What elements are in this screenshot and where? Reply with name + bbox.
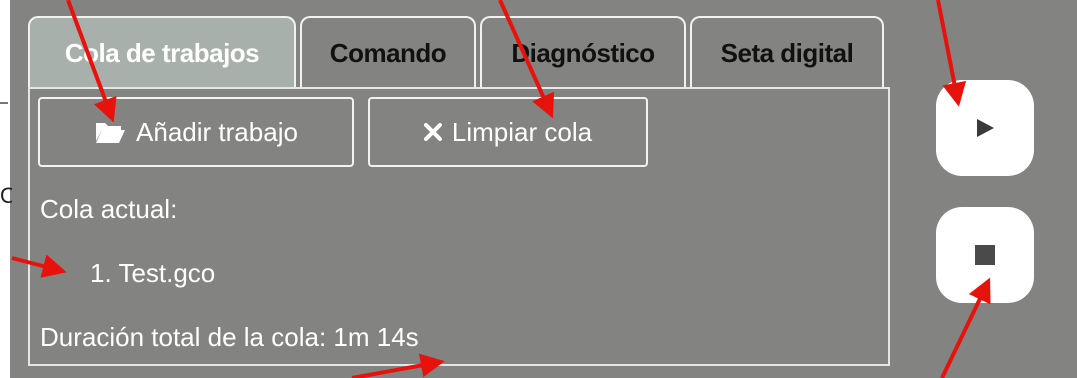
close-icon [423, 123, 442, 141]
divider [0, 102, 8, 104]
queue-heading: Cola actual: [40, 194, 178, 224]
start-button[interactable] [936, 80, 1034, 176]
clear-queue-label: Limpiar cola [451, 116, 593, 147]
add-job-button[interactable]: Añadir trabajo [38, 97, 354, 167]
stop-button[interactable] [936, 207, 1034, 303]
stop-icon [974, 244, 996, 266]
clear-queue-button[interactable]: Limpiar cola [368, 97, 648, 167]
queue-item: 1. Test.gco [90, 258, 216, 288]
add-job-label: Añadir trabajo [136, 116, 298, 147]
tab-command[interactable]: Comando [300, 16, 476, 88]
folder-open-icon [94, 119, 126, 145]
tab-digital-mushroom[interactable]: Seta digital [690, 16, 884, 88]
play-icon [974, 117, 996, 139]
queue-total-duration: Duración total de la cola: 1m 14s [40, 322, 419, 352]
tab-job-queue[interactable]: Cola de trabajos [28, 16, 296, 88]
clipped-text-fragment: OS [0, 184, 12, 208]
tab-diagnostics[interactable]: Diagnóstico [480, 16, 686, 88]
